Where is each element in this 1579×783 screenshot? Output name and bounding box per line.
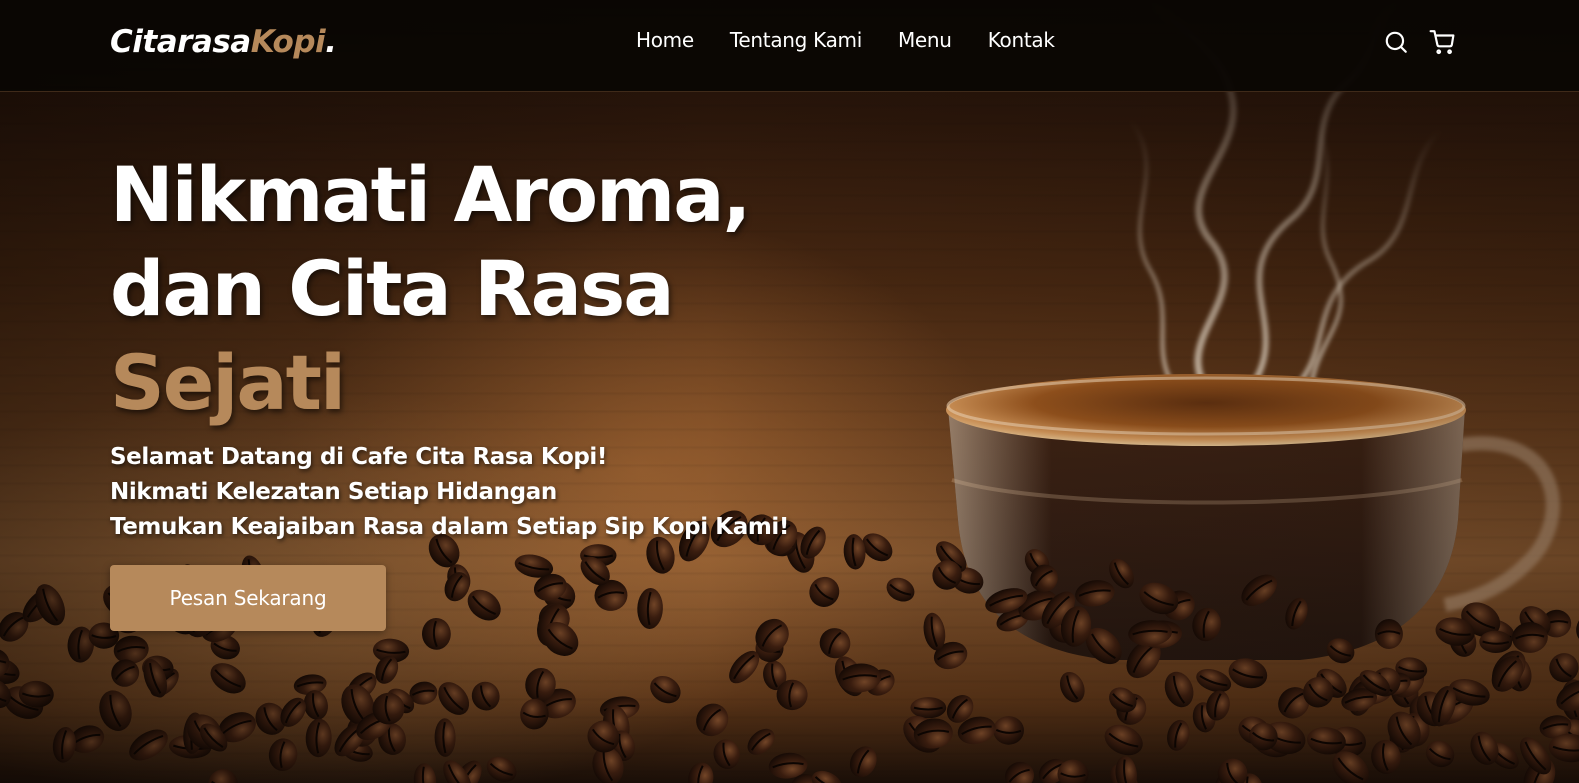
nav-links: Home Tentang Kami Menu Kontak xyxy=(636,28,1055,52)
hero-title-line-1: Nikmati Aroma, xyxy=(110,150,751,239)
search-icon[interactable] xyxy=(1383,29,1409,55)
hero-subtitle-line-2: Nikmati Kelezatan Setiap Hidangan xyxy=(110,479,557,505)
cart-icon[interactable] xyxy=(1429,29,1455,55)
order-now-button[interactable]: Pesan Sekarang xyxy=(110,565,386,631)
nav-link-tentang-kami[interactable]: Tentang Kami xyxy=(730,28,862,52)
hero-subtitle-line-1: Selamat Datang di Cafe Cita Rasa Kopi! xyxy=(110,444,607,470)
brand-name-part1: Citarasa xyxy=(110,24,251,60)
brand-dot: . xyxy=(325,24,337,60)
brand-logo[interactable]: CitarasaKopi. xyxy=(110,24,337,60)
nav-link-home[interactable]: Home xyxy=(636,28,694,52)
nav-link-kontak[interactable]: Kontak xyxy=(988,28,1055,52)
hero-section: Nikmati Aroma, dan Cita Rasa Sejati Sela… xyxy=(110,148,789,631)
nav-icons xyxy=(1383,29,1455,55)
hero-subtitle-line-3: Temukan Keajaiban Rasa dalam Setiap Sip … xyxy=(110,514,789,540)
brand-name-part2: Kopi xyxy=(250,24,326,60)
landing-page: CitarasaKopi. Home Tentang Kami Menu Kon… xyxy=(0,0,1579,783)
hero-title-line-3: Sejati xyxy=(110,338,346,427)
hero-title-line-2: dan Cita Rasa xyxy=(110,244,674,333)
hero-subtitle: Selamat Datang di Cafe Cita Rasa Kopi! N… xyxy=(110,440,789,545)
hero-title: Nikmati Aroma, dan Cita Rasa Sejati xyxy=(110,148,789,430)
navbar: CitarasaKopi. Home Tentang Kami Menu Kon… xyxy=(0,0,1579,92)
nav-link-menu[interactable]: Menu xyxy=(898,28,952,52)
